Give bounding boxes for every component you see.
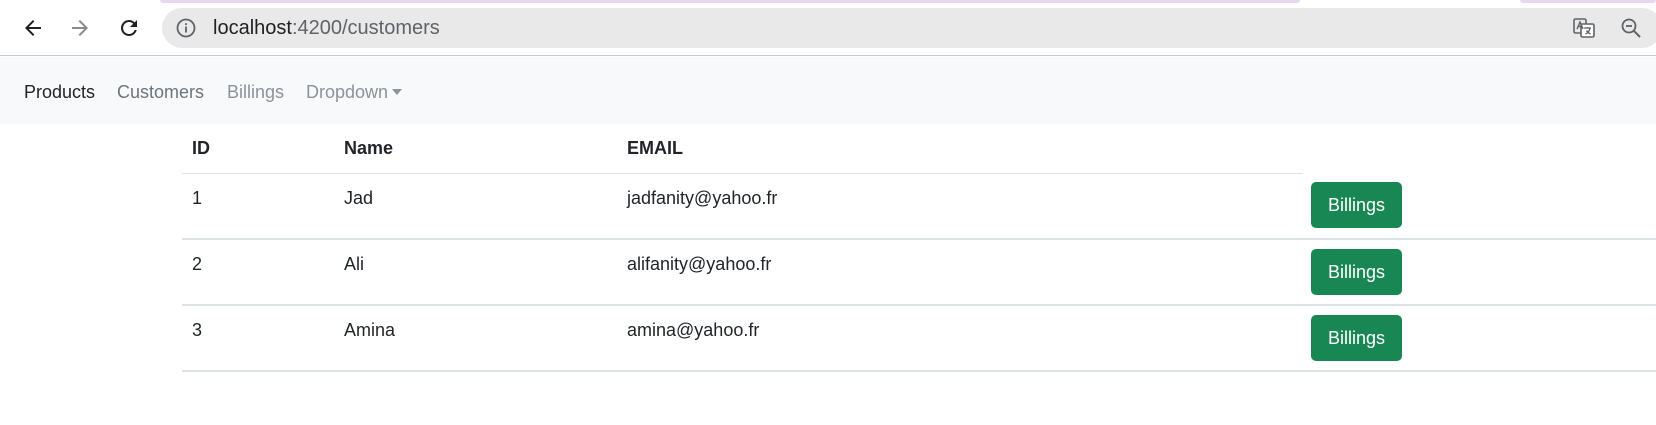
reload-icon [121, 20, 137, 36]
cell-id: 2 [182, 239, 334, 306]
nav-link-billings[interactable]: Billings [227, 81, 284, 103]
table-row: 3 Amina amina@yahoo.fr Billings [182, 305, 1656, 372]
url-path: :4200/customers [291, 17, 440, 39]
billings-button[interactable]: Billings [1311, 249, 1402, 295]
customers-table-container: ID Name EMAIL 1 Jad jadfanity@yahoo.fr B… [182, 124, 1656, 372]
browser-toolbar: localhost:4200/customers [0, 0, 1656, 56]
nav-link-customers[interactable]: Customers [117, 81, 204, 103]
column-header-action [1303, 124, 1656, 173]
cell-name: Jad [334, 173, 617, 240]
caret-down-icon [392, 88, 403, 95]
cell-action: Billings [1303, 305, 1656, 372]
cell-action: Billings [1303, 173, 1656, 240]
table-row: 2 Ali alifanity@yahoo.fr Billings [182, 239, 1656, 306]
billings-button[interactable]: Billings [1311, 182, 1402, 228]
column-header-name: Name [334, 124, 617, 174]
reload-button[interactable] [112, 11, 146, 45]
cell-id: 1 [182, 173, 334, 240]
arrow-left-icon [25, 20, 41, 36]
billings-button[interactable]: Billings [1311, 315, 1402, 361]
tab-strip-accent-right [1520, 0, 1656, 3]
nav-dropdown-label: Dropdown [306, 82, 389, 102]
table-header-row: ID Name EMAIL [182, 124, 1656, 174]
forward-button[interactable] [63, 11, 97, 45]
translate-icon[interactable] [1572, 16, 1596, 40]
tab-strip-accent [160, 0, 1300, 3]
back-button[interactable] [16, 11, 50, 45]
zoom-out-icon[interactable] [1619, 16, 1643, 40]
cell-name: Ali [334, 239, 617, 306]
url-host: localhost [213, 17, 292, 39]
cell-name: Amina [334, 305, 617, 372]
cell-email: jadfanity@yahoo.fr [617, 173, 1303, 240]
customers-table: ID Name EMAIL 1 Jad jadfanity@yahoo.fr B… [182, 124, 1656, 372]
column-header-id: ID [182, 124, 334, 174]
app-navbar: Products Customers Billings Dropdown [0, 57, 1656, 124]
column-header-email: EMAIL [617, 124, 1303, 174]
info-icon[interactable] [176, 18, 196, 38]
cell-email: alifanity@yahoo.fr [617, 239, 1303, 306]
nav-link-products[interactable]: Products [24, 81, 95, 103]
cell-email: amina@yahoo.fr [617, 305, 1303, 372]
address-bar[interactable]: localhost:4200/customers [162, 8, 1656, 48]
table-row: 1 Jad jadfanity@yahoo.fr Billings [182, 173, 1656, 240]
nav-dropdown-toggle[interactable]: Dropdown [306, 81, 403, 103]
cell-action: Billings [1303, 239, 1656, 306]
arrow-right-icon [72, 20, 88, 36]
url-text[interactable]: localhost:4200/customers [213, 18, 440, 38]
cell-id: 3 [182, 305, 334, 372]
